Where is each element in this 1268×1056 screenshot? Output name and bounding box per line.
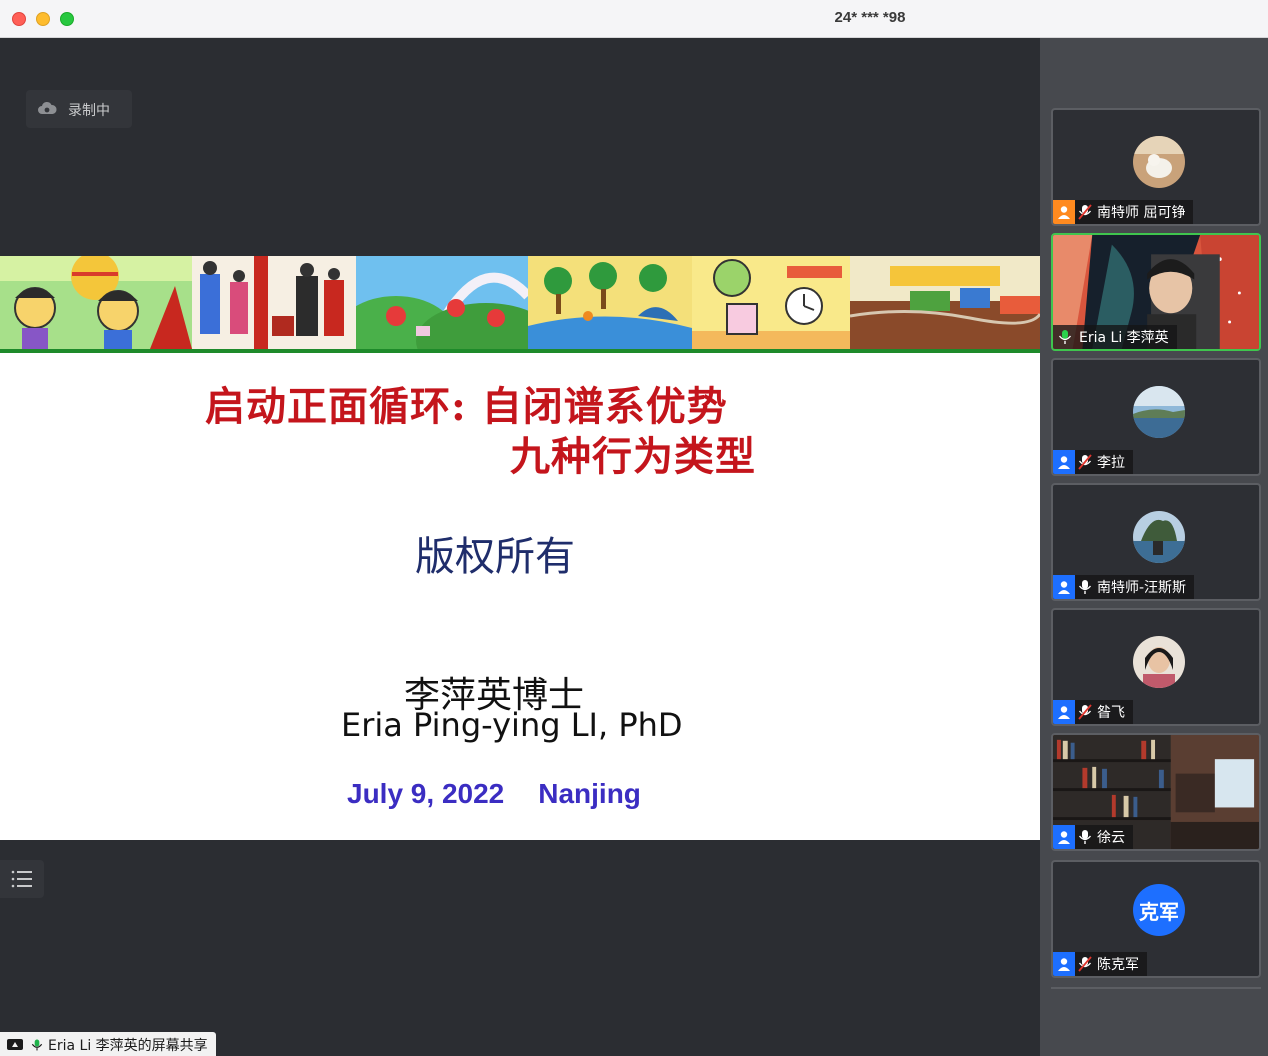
user-icon	[1053, 575, 1075, 599]
drawing-clock-house	[692, 256, 850, 349]
participant-name-tag: 陈克军	[1053, 952, 1147, 976]
host-user-icon	[1053, 200, 1075, 224]
participant-avatar	[1133, 636, 1185, 688]
date-location: July 9, 2022 Nanjing	[347, 778, 641, 810]
share-screen-icon	[7, 1039, 23, 1050]
drawing-rainbow-hills	[356, 256, 528, 349]
drawing-family	[192, 256, 356, 349]
drawing-village	[850, 256, 1040, 349]
participant-name: 徐云	[1097, 830, 1125, 846]
next-tile-edge	[1051, 987, 1261, 993]
participant-avatar	[1133, 386, 1185, 438]
meeting-id-title: 24* *** *98	[834, 9, 906, 26]
participant-name: 南特师-汪斯斯	[1097, 580, 1187, 596]
mic-icon	[1075, 825, 1095, 849]
user-icon	[1053, 952, 1075, 976]
participant-initials-avatar: 克军	[1133, 884, 1185, 936]
close-window-button[interactable]	[12, 12, 26, 26]
author-name-english: Eria Ping-ying LI, PhD	[341, 706, 683, 744]
user-icon	[1053, 450, 1075, 474]
presentation-date: July 9, 2022	[347, 778, 505, 809]
toggle-thumbnails-button[interactable]	[0, 860, 44, 898]
participant-avatar	[1133, 136, 1185, 188]
mic-muted-icon	[1075, 700, 1095, 724]
shared-screen-area: 录制中 启动正面循环: 自闭谱系优势 九种行为类型 版权所有 李萍英博士 Eri…	[0, 38, 1040, 1056]
presentation-slide: 启动正面循环: 自闭谱系优势 九种行为类型 版权所有 李萍英博士 Eria Pi…	[0, 256, 1040, 840]
drawing-forest-river	[528, 256, 692, 349]
mic-active-icon	[1053, 325, 1077, 349]
mic-muted-icon	[1075, 200, 1095, 224]
list-icon	[11, 870, 32, 888]
user-icon	[1053, 700, 1075, 724]
participant-tile[interactable]: 南特师 屈可铮	[1051, 108, 1261, 226]
mic-icon	[31, 1039, 43, 1051]
recording-indicator[interactable]: 录制中	[26, 90, 132, 128]
participant-tile-active-speaker[interactable]: Eria Li 李萍英	[1051, 233, 1261, 351]
participants-panel: 南特师 屈可铮 Eria Li 李萍英 李拉 南特师-汪斯斯 昝飞 徐云 克军 …	[1040, 38, 1268, 1056]
participant-name-tag: 昝飞	[1053, 700, 1133, 724]
mic-muted-icon	[1075, 952, 1095, 976]
zoom-window: 24* *** *98 录制中 启动正面循环: 自闭谱系优势 九种行为类型 版权…	[0, 0, 1268, 1056]
participant-name-tag: 南特师-汪斯斯	[1053, 575, 1195, 599]
participant-avatar	[1133, 511, 1185, 563]
participant-name-tag: Eria Li 李萍英	[1053, 325, 1177, 349]
user-icon	[1053, 825, 1075, 849]
drawing-balloon-kids	[0, 256, 192, 349]
participant-name-tag: 徐云	[1053, 825, 1133, 849]
recording-label: 录制中	[68, 103, 110, 119]
participant-name: 昝飞	[1097, 705, 1125, 721]
title-bar: 24* *** *98	[0, 0, 1268, 38]
screen-share-owner: Eria Li 李萍英的屏幕共享	[48, 1038, 208, 1054]
mic-muted-icon	[1075, 450, 1095, 474]
mic-icon	[1075, 575, 1095, 599]
drawings-banner	[0, 256, 1040, 349]
cloud-icon	[38, 101, 57, 114]
participant-name-tag: 李拉	[1053, 450, 1133, 474]
participant-name: 陈克军	[1097, 957, 1139, 973]
participant-tile[interactable]: 李拉	[1051, 358, 1261, 476]
participant-name: Eria Li 李萍英	[1079, 330, 1169, 346]
banner-rule	[0, 349, 1040, 353]
participant-tile[interactable]: 南特师-汪斯斯	[1051, 483, 1261, 601]
slide-title-line2: 九种行为类型	[510, 433, 756, 480]
participant-tile[interactable]: 昝飞	[1051, 608, 1261, 726]
copyright-notice: 版权所有	[415, 534, 575, 580]
maximize-window-button[interactable]	[60, 12, 74, 26]
participant-name: 南特师 屈可铮	[1097, 205, 1186, 221]
participant-tile[interactable]: 克军 陈克军	[1051, 860, 1261, 978]
presentation-place: Nanjing	[538, 778, 641, 809]
participant-name: 李拉	[1097, 455, 1125, 471]
screen-share-label[interactable]: Eria Li 李萍英的屏幕共享	[0, 1032, 216, 1056]
participant-tile[interactable]: 徐云	[1051, 733, 1261, 851]
minimize-window-button[interactable]	[36, 12, 50, 26]
participant-name-tag: 南特师 屈可铮	[1053, 200, 1194, 224]
